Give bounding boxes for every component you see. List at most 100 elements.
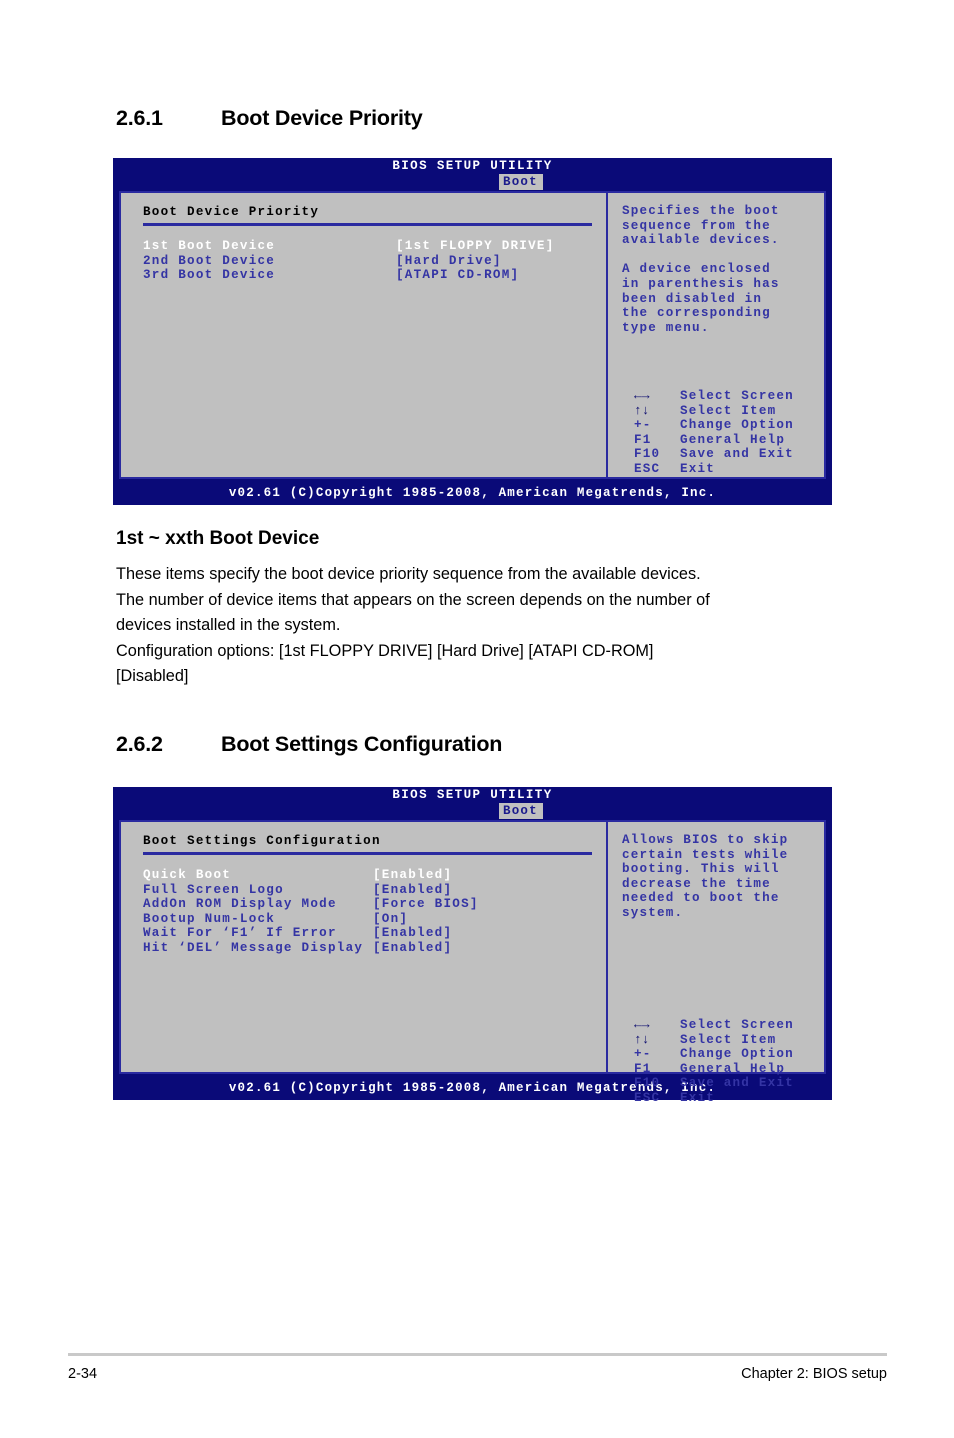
- navkey-description: Select Item: [680, 1032, 777, 1047]
- setting-label: 1st Boot Device: [143, 239, 276, 253]
- setting-value[interactable]: [1st FLOPPY DRIVE]: [396, 239, 555, 254]
- navkey-description: Select Item: [680, 403, 777, 418]
- panel-title: Boot Device Priority: [143, 205, 320, 219]
- setting-row[interactable]: Hit ‘DEL’ Message Display [Enabled]: [143, 941, 606, 956]
- setting-row[interactable]: 3rd Boot Device [ATAPI CD-ROM]: [143, 268, 606, 283]
- navkey-row: F1 General Help: [634, 433, 794, 448]
- bios-settings-panel: Boot Settings Configuration Quick Boot [E…: [121, 822, 608, 1072]
- setting-label: 3rd Boot Device: [143, 268, 276, 283]
- bios-tabrow: Boot: [113, 803, 832, 819]
- setting-row[interactable]: Quick Boot [Enabled]: [143, 868, 606, 883]
- setting-label: Quick Boot: [143, 868, 232, 882]
- setting-row[interactable]: Wait For ‘F1’ If Error [Enabled]: [143, 926, 606, 941]
- footer-divider: [68, 1353, 887, 1356]
- help-paragraph-1: Allows BIOS to skip certain tests while …: [622, 833, 789, 920]
- arrow-keys-icon: ↑↓: [634, 1031, 650, 1047]
- navkey-row: ↑↓ Select Item: [634, 402, 794, 419]
- bios-copyright-footer: v02.61 (C)Copyright 1985-2008, American …: [113, 483, 832, 505]
- navigation-keys-legend: ←→ Select Screen ↑↓ Select Item +- Change Opt…: [634, 388, 794, 477]
- navkey-description: Save and Exit: [680, 447, 794, 462]
- panel-divider-rule: [143, 223, 592, 226]
- setting-label: 2nd Boot Device: [143, 253, 276, 268]
- setting-row[interactable]: 2nd Boot Device [Hard Drive]: [143, 254, 606, 269]
- arrow-keys-icon: ←→: [634, 388, 650, 403]
- navkey-description: Change Option: [680, 418, 794, 433]
- navkey-label: F10: [634, 447, 661, 462]
- setting-value[interactable]: [Enabled]: [373, 941, 452, 956]
- navkey-label: ESC: [634, 1090, 661, 1105]
- section-heading-261: 2.6.1 Boot Device Priority: [116, 106, 423, 131]
- prose-line: devices installed in the system.: [116, 616, 341, 634]
- setting-value[interactable]: [Enabled]: [373, 926, 452, 941]
- setting-value[interactable]: [Force BIOS]: [373, 897, 479, 912]
- navkey-description: General Help: [680, 432, 786, 447]
- bios-titlebar: BIOS SETUP UTILITY Boot: [113, 787, 832, 820]
- setting-value[interactable]: [Enabled]: [373, 883, 452, 898]
- navkey-description: Save and Exit: [680, 1076, 794, 1091]
- setting-row[interactable]: Bootup Num-Lock [On]: [143, 912, 606, 927]
- setting-value[interactable]: [Enabled]: [373, 868, 452, 883]
- help-paragraph-1: Specifies the boot sequence from the ava…: [622, 204, 780, 248]
- arrow-keys-icon: ←→: [634, 1017, 650, 1032]
- section-title: Boot Settings Configuration: [221, 732, 503, 756]
- prose-line: Configuration options: [1st FLOPPY DRIVE…: [116, 641, 654, 660]
- navkey-row: +- Change Option: [634, 418, 794, 433]
- setting-value[interactable]: [Hard Drive]: [396, 254, 502, 269]
- navkey-label: F1: [634, 1061, 652, 1076]
- setting-value[interactable]: [On]: [373, 912, 408, 927]
- prose-line: [Disabled]: [116, 667, 189, 685]
- prose-paragraph: These items specify the boot device prio…: [116, 562, 846, 690]
- help-gap: [622, 248, 824, 263]
- panel-title: Boot Settings Configuration: [143, 834, 381, 848]
- navkey-description: Select Screen: [680, 389, 794, 403]
- help-paragraph-2: A device enclosed in parenthesis has bee…: [622, 262, 780, 335]
- setting-label: Hit ‘DEL’ Message Display: [143, 940, 364, 955]
- navigation-keys-legend: ←→ Select Screen ↑↓ Select Item +- Change Opt…: [634, 1017, 794, 1106]
- bios-screen-boot-device-priority: BIOS SETUP UTILITY Boot Boot Device Prio…: [113, 158, 832, 505]
- setting-label: Full Screen Logo: [143, 882, 284, 897]
- panel-divider-rule: [143, 852, 592, 855]
- bios-settings-panel: Boot Device Priority 1st Boot Device [1st…: [121, 193, 608, 477]
- boot-settings-list: Quick Boot [Enabled] Full Screen Logo [Enab…: [143, 868, 606, 956]
- navkey-label: F1: [634, 432, 652, 447]
- navkey-row: ESC Exit: [634, 1091, 794, 1106]
- navkey-row: ←→ Select Screen: [634, 1017, 794, 1033]
- bios-title: BIOS SETUP UTILITY: [392, 159, 553, 173]
- prose-line: The number of device items that appears …: [116, 590, 710, 609]
- prose-line: These items specify the boot device prio…: [116, 565, 701, 583]
- chapter-label: Chapter 2: BIOS setup: [741, 1366, 887, 1382]
- navkey-label: +-: [634, 1047, 652, 1062]
- navkey-label: ESC: [634, 461, 661, 476]
- bios-title: BIOS SETUP UTILITY: [392, 788, 553, 802]
- arrow-keys-icon: ↑↓: [634, 402, 650, 418]
- bios-body: Boot Settings Configuration Quick Boot [E…: [119, 820, 826, 1105]
- bios-help-panel: Allows BIOS to skip certain tests while …: [608, 822, 824, 1105]
- setting-label: Wait For ‘F1’ If Error: [143, 926, 337, 941]
- navkey-row: ESC Exit: [634, 462, 794, 477]
- setting-row[interactable]: Full Screen Logo [Enabled]: [143, 883, 606, 898]
- setting-value[interactable]: [ATAPI CD-ROM]: [396, 268, 519, 283]
- navkey-description: Exit: [680, 461, 716, 476]
- bios-screen-boot-settings-configuration: BIOS SETUP UTILITY Boot Boot Settings Co…: [113, 787, 832, 1105]
- setting-row[interactable]: 1st Boot Device [1st FLOPPY DRIVE]: [143, 239, 606, 254]
- navkey-row: F10 Save and Exit: [634, 447, 794, 462]
- bios-titlebar: BIOS SETUP UTILITY Boot: [113, 158, 832, 191]
- navkey-label: F10: [634, 1076, 661, 1091]
- tab-boot[interactable]: Boot: [499, 174, 543, 190]
- section-heading-262: 2.6.2 Boot Settings Configuration: [116, 732, 502, 757]
- bios-body: Boot Device Priority 1st Boot Device [1st…: [119, 191, 826, 479]
- tab-boot[interactable]: Boot: [499, 803, 543, 819]
- section-title: Boot Device Priority: [221, 106, 423, 130]
- navkey-row: F1 General Help: [634, 1062, 794, 1077]
- section-number: 2.6.1: [116, 106, 163, 130]
- bios-tabrow: Boot: [113, 174, 832, 190]
- navkey-row: ↑↓ Select Item: [634, 1031, 794, 1048]
- setting-row[interactable]: AddOn ROM Display Mode [Force BIOS]: [143, 897, 606, 912]
- document-page: 2.6.1 Boot Device Priority BIOS SETUP UTI…: [0, 0, 954, 1438]
- setting-label: AddOn ROM Display Mode: [143, 897, 337, 912]
- navkey-row: F10 Save and Exit: [634, 1076, 794, 1091]
- navkey-description: Exit: [680, 1090, 716, 1105]
- navkey-description: Change Option: [680, 1047, 794, 1062]
- navkey-row: ←→ Select Screen: [634, 388, 794, 404]
- navkey-description: Select Screen: [680, 1018, 794, 1032]
